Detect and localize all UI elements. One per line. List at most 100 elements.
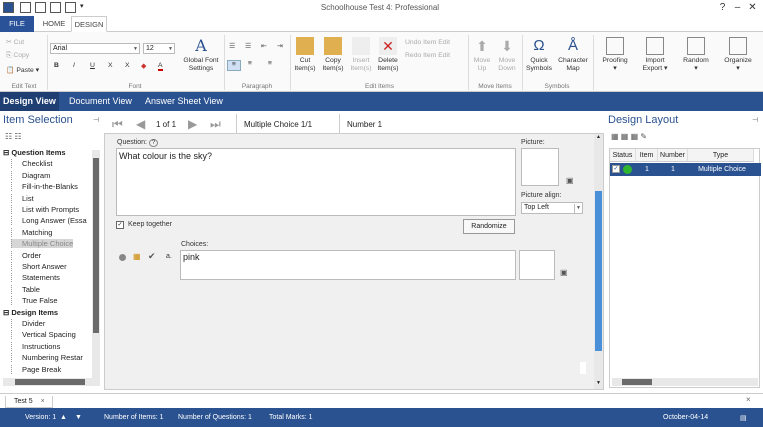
randomize-button[interactable]: Randomize bbox=[463, 219, 515, 234]
row-checkbox[interactable]: ✓ bbox=[612, 165, 620, 173]
insert-picture-icon[interactable]: ▣ bbox=[560, 268, 568, 277]
tab-file[interactable]: FILE bbox=[0, 16, 34, 32]
organize-button[interactable]: Organize ▾ bbox=[720, 37, 756, 73]
tree-group-design-items[interactable]: ⊟ Design Items bbox=[3, 308, 58, 317]
new-document-icon[interactable] bbox=[20, 2, 31, 13]
import-export-button[interactable]: Import Export ▾ bbox=[638, 37, 672, 73]
highlight-icon[interactable]: ◆ bbox=[141, 62, 146, 70]
tree-item[interactable]: Order bbox=[11, 250, 41, 260]
quick-access-menu-icon[interactable]: ▾ bbox=[80, 2, 91, 13]
character-map-button[interactable]: Å Character Map bbox=[557, 37, 589, 73]
copy-items-button[interactable]: Copy Item(s) bbox=[320, 37, 346, 73]
previous-page-icon[interactable]: ◀ bbox=[136, 117, 145, 131]
scroll-thumb[interactable] bbox=[622, 379, 652, 385]
first-page-icon[interactable]: ⏮ bbox=[112, 117, 123, 132]
tree-scrollbar[interactable] bbox=[92, 150, 100, 378]
column-header-status[interactable]: Status bbox=[610, 149, 636, 162]
tab-test-5[interactable]: Test 5 × bbox=[5, 396, 53, 408]
align-left-button[interactable]: ≡ bbox=[227, 60, 241, 71]
help-icon[interactable]: ? bbox=[148, 139, 159, 147]
move-up-button[interactable]: ⬆ Move Up bbox=[471, 37, 493, 73]
last-page-icon[interactable]: ⏭ bbox=[210, 117, 221, 132]
scroll-down-icon[interactable]: ▼ bbox=[594, 380, 603, 388]
align-center-button[interactable]: ≡ bbox=[248, 60, 252, 67]
scroll-thumb[interactable] bbox=[15, 379, 85, 385]
numbered-list-icon[interactable]: ☰ bbox=[245, 42, 251, 50]
delete-items-button[interactable]: ✕ Delete Item(s) bbox=[375, 37, 401, 73]
keep-together-checkbox[interactable]: ✓ bbox=[116, 221, 124, 229]
tree-item[interactable]: Long Answer (Essa bbox=[11, 216, 87, 226]
cut-items-button[interactable]: Cut Item(s) bbox=[292, 37, 318, 73]
tree-item[interactable]: Matching bbox=[11, 227, 52, 237]
close-icon[interactable]: × bbox=[41, 398, 45, 405]
global-font-settings-button[interactable]: A Global Font Settings bbox=[178, 37, 224, 73]
quick-symbols-button[interactable]: Ω Quick Symbols bbox=[524, 37, 554, 73]
minimize-button[interactable]: – bbox=[731, 1, 744, 14]
version-up-icon[interactable]: ▲ bbox=[60, 414, 67, 421]
tree-item[interactable]: List bbox=[11, 193, 34, 203]
close-button[interactable]: ✕ bbox=[746, 1, 759, 14]
increase-indent-icon[interactable]: ⇥ bbox=[277, 42, 283, 50]
scroll-thumb[interactable] bbox=[595, 191, 602, 351]
cut-button[interactable]: ✂ Cut bbox=[6, 38, 24, 46]
calendar-icon[interactable]: ▤ bbox=[740, 414, 747, 422]
column-header-number[interactable]: Number bbox=[658, 149, 688, 162]
layout-hscrollbar[interactable] bbox=[612, 378, 758, 386]
tree-item[interactable]: True False bbox=[11, 296, 58, 306]
help-icon[interactable]: ? bbox=[716, 1, 729, 14]
editor-scrollbar[interactable]: ▲ ▼ bbox=[594, 134, 603, 389]
tree-item[interactable]: Multiple Choice bbox=[11, 239, 74, 249]
tab-home[interactable]: HOME bbox=[38, 16, 70, 32]
question-text-field[interactable]: What colour is the sky? bbox=[116, 148, 516, 216]
decrease-indent-icon[interactable]: ⇤ bbox=[261, 42, 267, 50]
random-button[interactable]: Random ▾ bbox=[680, 37, 712, 73]
tree-item[interactable]: Fill-in-the-Blanks bbox=[11, 182, 78, 192]
picture-box[interactable] bbox=[521, 148, 559, 186]
tab-answer-sheet-view[interactable]: Answer Sheet View bbox=[142, 92, 226, 111]
tree-item[interactable]: Short Answer bbox=[11, 262, 67, 271]
tab-design[interactable]: DESIGN bbox=[71, 16, 107, 32]
bullet-list-icon[interactable]: ☰ bbox=[229, 42, 235, 50]
pin-icon[interactable]: ⊣ bbox=[752, 116, 758, 124]
font-name-select[interactable]: Arial ▼ bbox=[50, 43, 140, 54]
choice-text-field[interactable]: pink bbox=[180, 250, 516, 280]
tree-item[interactable]: Numbering Restar bbox=[11, 353, 83, 363]
superscript-button[interactable]: X bbox=[125, 62, 130, 69]
tree-item[interactable]: Divider bbox=[11, 319, 45, 328]
table-row[interactable]: ✓ 1 1 Multiple Choice bbox=[610, 163, 761, 176]
font-color-button[interactable]: A bbox=[158, 62, 163, 71]
proofing-button[interactable]: Proofing ▾ bbox=[597, 37, 633, 73]
tree-item[interactable]: Checklist bbox=[11, 159, 52, 169]
tab-document-view[interactable]: Document View bbox=[66, 92, 135, 111]
undo-item-edit-button[interactable]: Undo Item Edit bbox=[405, 39, 450, 46]
expand-all-icon[interactable]: ☷ ☷ bbox=[5, 132, 22, 141]
font-size-select[interactable]: 12 ▼ bbox=[143, 43, 175, 54]
close-icon[interactable]: × bbox=[746, 395, 751, 404]
italic-button[interactable]: I bbox=[73, 62, 75, 69]
picture-align-select[interactable]: Top Left ▼ bbox=[521, 202, 583, 214]
print-icon[interactable] bbox=[65, 2, 76, 13]
tree-group-question-items[interactable]: ⊟ Question Items bbox=[3, 148, 66, 157]
tree-item[interactable]: List with Prompts bbox=[11, 205, 79, 214]
align-right-button[interactable]: ≡ bbox=[268, 60, 272, 67]
bold-button[interactable]: B bbox=[54, 62, 59, 69]
tree-hscrollbar[interactable] bbox=[3, 378, 100, 386]
insert-picture-icon[interactable]: ▣ bbox=[566, 176, 574, 185]
layout-toolbar-icons[interactable]: ▦ ▦ ▦ ✎ bbox=[611, 132, 647, 141]
tree-item[interactable]: Statements bbox=[11, 273, 60, 283]
tree-item[interactable]: Table bbox=[11, 284, 40, 294]
column-header-type[interactable]: Type bbox=[688, 149, 754, 162]
tab-design-view[interactable]: Design View bbox=[0, 92, 59, 111]
redo-item-edit-button[interactable]: Redo Item Edit bbox=[405, 52, 450, 59]
tree-item[interactable]: Diagram bbox=[11, 170, 50, 180]
version-down-icon[interactable]: ▼ bbox=[75, 414, 82, 421]
tree-item[interactable]: Vertical Spacing bbox=[11, 330, 76, 340]
scroll-up-icon[interactable]: ▲ bbox=[594, 134, 603, 142]
next-page-icon[interactable]: ▶ bbox=[188, 117, 197, 131]
column-header-item[interactable]: Item bbox=[636, 149, 658, 162]
choice-picture-icon[interactable]: ▦ bbox=[133, 252, 141, 261]
correct-answer-check-icon[interactable]: ✔ bbox=[148, 251, 156, 262]
scroll-thumb[interactable] bbox=[93, 158, 99, 333]
save-icon[interactable] bbox=[50, 2, 61, 13]
move-down-button[interactable]: ⬇ Move Down bbox=[496, 37, 518, 73]
